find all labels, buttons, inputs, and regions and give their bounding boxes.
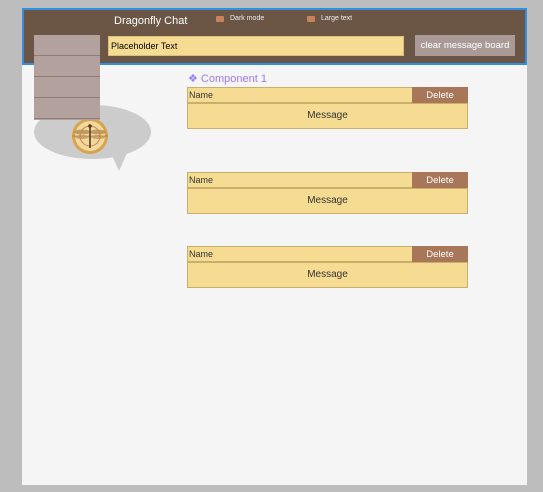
side-panel-item[interactable] xyxy=(34,98,100,119)
toggle-switch-icon xyxy=(216,15,224,22)
message-text: Message xyxy=(187,103,468,129)
delete-button[interactable]: Delete xyxy=(412,246,468,262)
message-text: Message xyxy=(187,262,468,288)
message-text: Message xyxy=(187,188,468,214)
side-panel xyxy=(34,35,100,120)
dark-mode-toggle[interactable]: Dark mode xyxy=(216,15,264,22)
delete-button[interactable]: Delete xyxy=(412,87,468,103)
message-card: Name Delete Message xyxy=(187,87,468,129)
side-panel-item[interactable] xyxy=(34,56,100,77)
large-text-toggle[interactable]: Large text xyxy=(307,15,352,22)
message-input[interactable] xyxy=(108,36,404,56)
toggle-switch-icon xyxy=(307,15,315,22)
app-title: Dragonfly Chat xyxy=(114,15,188,27)
component-label: ❖ Component 1 xyxy=(188,73,267,85)
message-card: Name Delete Message xyxy=(187,246,468,288)
dragonfly-logo xyxy=(72,118,108,154)
clear-message-board-button[interactable]: clear message board xyxy=(415,35,515,56)
name-field: Name xyxy=(187,246,412,262)
delete-button[interactable]: Delete xyxy=(412,172,468,188)
dark-mode-label: Dark mode xyxy=(230,15,265,22)
speech-bubble-tail xyxy=(111,153,127,171)
name-field: Name xyxy=(187,172,412,188)
name-field: Name xyxy=(187,87,412,103)
side-panel-item[interactable] xyxy=(34,35,100,56)
large-text-label: Large text xyxy=(321,15,353,22)
side-panel-item[interactable] xyxy=(34,77,100,98)
message-card: Name Delete Message xyxy=(187,172,468,214)
